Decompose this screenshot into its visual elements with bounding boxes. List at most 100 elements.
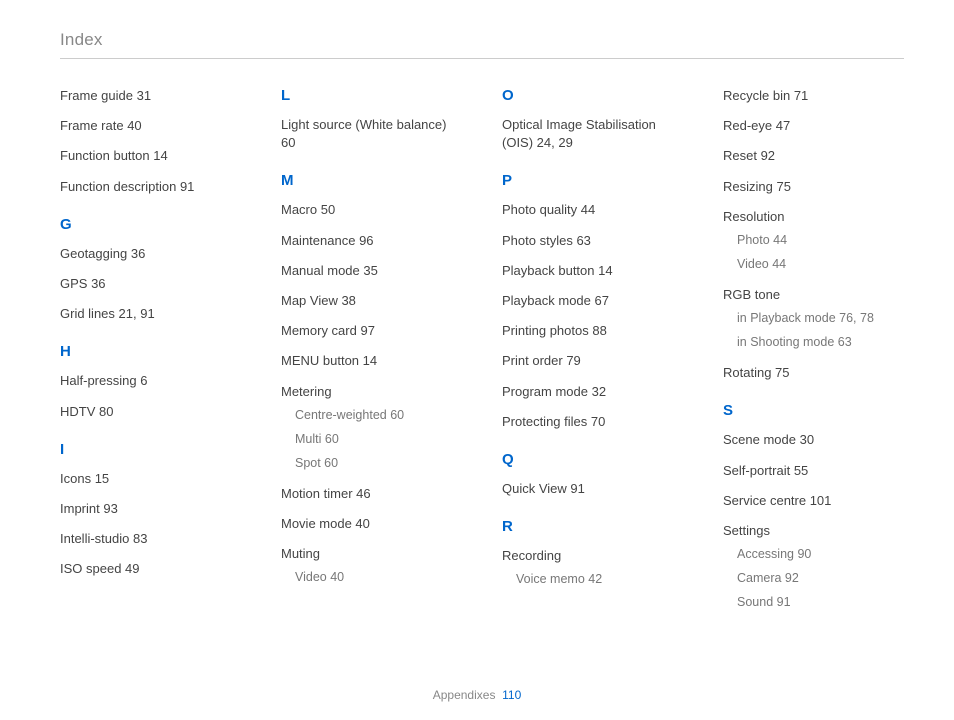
index-entry-title: Printing photos: [502, 323, 589, 338]
index-subentry: Voice memo 42: [516, 569, 683, 589]
index-entry-pages: 75: [773, 179, 791, 194]
index-entry: Manual mode 35: [281, 262, 462, 280]
index-entry-title: Icons: [60, 471, 91, 486]
index-entry: Scene mode 30: [723, 431, 904, 449]
index-entry-title: GPS: [60, 276, 87, 291]
index-subentry: Spot 60: [295, 453, 462, 473]
index-entry-pages: 88: [589, 323, 607, 338]
index-entry: ISO speed 49: [60, 560, 241, 578]
index-entry: Red-eye 47: [723, 117, 904, 135]
index-subentry: Multi 60: [295, 429, 462, 449]
index-entry-pages: 47: [772, 118, 790, 133]
index-entry-pages: 36: [87, 276, 105, 291]
index-entry-title: Playback mode: [502, 293, 591, 308]
index-entry-pages: 49: [121, 561, 139, 576]
index-entry: Half-pressing 6: [60, 372, 241, 390]
index-entry-title: Function button: [60, 148, 150, 163]
index-entry: Playback button 14: [502, 262, 683, 280]
index-subentry: Sound 91: [737, 592, 904, 612]
index-entry: Function description 91: [60, 178, 241, 196]
index-entry-title: Scene mode: [723, 432, 796, 447]
index-entry-title: Muting: [281, 546, 320, 561]
footer-page-number: 110: [502, 688, 521, 702]
index-entry-pages: 14: [359, 353, 377, 368]
index-entry-title: Intelli-studio: [60, 531, 129, 546]
index-entry: Movie mode 40: [281, 515, 462, 533]
index-entry-pages: 55: [790, 463, 808, 478]
index-letter: S: [723, 402, 904, 419]
index-entry-pages: 6: [137, 373, 148, 388]
index-entry-title: Frame guide: [60, 88, 133, 103]
index-entry: Map View 38: [281, 292, 462, 310]
index-entry: Maintenance 96: [281, 232, 462, 250]
index-entry-title: Playback button: [502, 263, 595, 278]
index-column: LLight source (White balance) 60MMacro 5…: [281, 87, 462, 624]
index-entry: Playback mode 67: [502, 292, 683, 310]
index-entry-title: Maintenance: [281, 233, 355, 248]
index-entry: Recording Voice memo 42: [502, 547, 683, 589]
index-column: O Optical Image Stabilisation (OIS) 24, 2…: [502, 87, 683, 624]
index-subentry: Photo 44: [737, 230, 904, 250]
index-letter: M: [281, 172, 462, 189]
index-entry-title: Protecting files: [502, 414, 587, 429]
index-entry-pages: 14: [150, 148, 168, 163]
index-entry-pages: 97: [357, 323, 375, 338]
index-entry-title: Recycle bin: [723, 88, 790, 103]
index-letter: P: [502, 172, 683, 189]
index-entry-pages: 50: [317, 202, 335, 217]
index-entry-pages: 67: [591, 293, 609, 308]
index-entry-pages: 38: [338, 293, 356, 308]
index-entry: Self-portrait 55: [723, 462, 904, 480]
index-entry-title: Quick View: [502, 481, 567, 496]
index-entry-pages: 93: [100, 501, 118, 516]
index-subentry: in Shooting mode 63: [737, 332, 904, 352]
index-entry-pages: 91: [567, 481, 585, 496]
index-entry-title: Light source (White balance): [281, 117, 446, 132]
index-entry-title: Settings: [723, 523, 770, 538]
index-entry: Optical Image Stabilisation (OIS) 24, 29: [502, 116, 683, 152]
index-entry-title: Reset: [723, 148, 757, 163]
index-entry-title: Movie mode: [281, 516, 352, 531]
index-entry-pages: 75: [771, 365, 789, 380]
index-entry-title: Photo styles: [502, 233, 573, 248]
index-entry: Print order 79: [502, 352, 683, 370]
index-entry-title: Geotagging: [60, 246, 127, 261]
index-entry: Quick View 91: [502, 480, 683, 498]
index-entry: Imprint 93: [60, 500, 241, 518]
index-entry-pages: 46: [353, 486, 371, 501]
index-entry-title: Red-eye: [723, 118, 772, 133]
index-entry-pages: 44: [577, 202, 595, 217]
index-letter: L: [281, 87, 462, 104]
index-entry: Protecting files 70: [502, 413, 683, 431]
index-subentry: in Playback mode 76, 78: [737, 308, 904, 328]
index-entry-title: HDTV: [60, 404, 95, 419]
index-entry: GPS 36: [60, 275, 241, 293]
index-entry-title: Photo quality: [502, 202, 577, 217]
index-entry-title: Recording: [502, 548, 561, 563]
index-entry-pages: 80: [95, 404, 113, 419]
index-subentry: Accessing 90: [737, 544, 904, 564]
index-entry-title: Map View: [281, 293, 338, 308]
index-entry: Intelli-studio 83: [60, 530, 241, 548]
index-entry: Program mode 32: [502, 383, 683, 401]
index-entry-title: Rotating: [723, 365, 771, 380]
index-entry-pages: 83: [129, 531, 147, 546]
index-entry-title: Metering: [281, 384, 332, 399]
index-entry-title: Half-pressing: [60, 373, 137, 388]
index-entry: SettingsAccessing 90Camera 92Sound 91: [723, 522, 904, 612]
index-entry-pages: 71: [790, 88, 808, 103]
index-entry: Frame guide 31: [60, 87, 241, 105]
index-entry-title: MENU button: [281, 353, 359, 368]
index-entry-title: Frame rate: [60, 118, 124, 133]
index-entry-pages: 79: [563, 353, 581, 368]
index-letter: O: [502, 87, 683, 104]
page-header: Index: [60, 30, 904, 59]
index-entry-pages: 70: [587, 414, 605, 429]
index-entry-pages: 32: [588, 384, 606, 399]
index-entry-pages: 36: [127, 246, 145, 261]
index-entry-title: Manual mode: [281, 263, 360, 278]
index-entry-title: Function description: [60, 179, 176, 194]
index-entry: Geotagging 36: [60, 245, 241, 263]
index-subentry: Centre-weighted 60: [295, 405, 462, 425]
index-entry-title: ISO speed: [60, 561, 121, 576]
